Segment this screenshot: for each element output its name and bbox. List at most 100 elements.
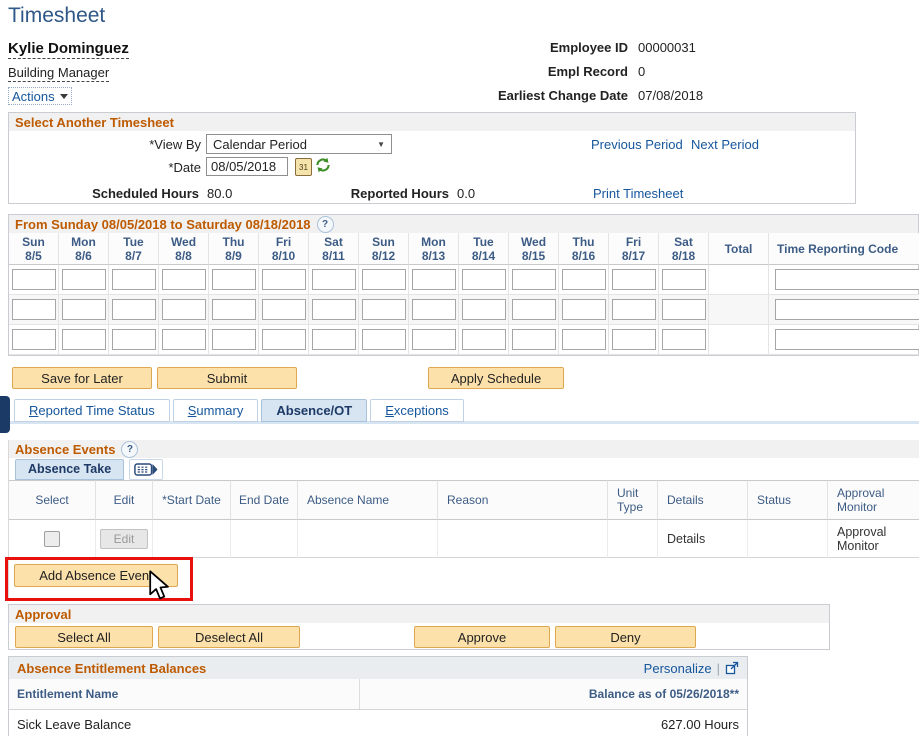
edit-button[interactable]: Edit: [100, 529, 149, 549]
grid-body: [9, 265, 918, 355]
hours-input[interactable]: [412, 329, 456, 350]
day-hours-cell: [559, 265, 609, 295]
hours-input[interactable]: [212, 299, 256, 320]
hours-input[interactable]: [562, 329, 606, 350]
hours-input[interactable]: [62, 299, 106, 320]
hours-input[interactable]: [662, 269, 706, 290]
hours-input[interactable]: [262, 329, 306, 350]
hours-input[interactable]: [412, 299, 456, 320]
hours-input[interactable]: [662, 329, 706, 350]
absence-column-header: Approval Monitor: [828, 480, 919, 520]
hours-input[interactable]: [312, 269, 356, 290]
personalize-link[interactable]: Personalize: [644, 661, 712, 676]
hours-input[interactable]: [612, 269, 656, 290]
next-period-link[interactable]: Next Period: [691, 137, 759, 152]
help-icon[interactable]: ?: [317, 216, 334, 233]
hours-input[interactable]: [562, 299, 606, 320]
time-reporting-code-input[interactable]: [775, 329, 919, 350]
hours-input[interactable]: [662, 299, 706, 320]
absence-column-header: Unit Type: [608, 480, 658, 520]
view-by-select[interactable]: Calendar Period ▼: [206, 134, 392, 154]
print-timesheet-link[interactable]: Print Timesheet: [593, 186, 683, 201]
hours-input[interactable]: [612, 299, 656, 320]
day-hours-cell: [159, 265, 209, 295]
help-icon[interactable]: ?: [121, 441, 138, 458]
calendar-icon[interactable]: 31: [295, 158, 312, 176]
hours-input[interactable]: [212, 269, 256, 290]
hours-input[interactable]: [212, 329, 256, 350]
side-panel-handle[interactable]: [0, 396, 10, 433]
hours-input[interactable]: [262, 269, 306, 290]
hours-input[interactable]: [162, 269, 206, 290]
hours-input[interactable]: [112, 329, 156, 350]
day-hours-cell: [209, 295, 259, 325]
hours-input[interactable]: [162, 299, 206, 320]
day-hours-cell: [609, 295, 659, 325]
time-reporting-code-input[interactable]: [775, 299, 919, 320]
hours-input[interactable]: [62, 269, 106, 290]
hours-input[interactable]: [62, 329, 106, 350]
hours-input[interactable]: [312, 329, 356, 350]
hours-input[interactable]: [462, 329, 506, 350]
hours-input[interactable]: [512, 299, 556, 320]
tab-absence-ot[interactable]: Absence/OT: [261, 399, 367, 422]
tab-exceptions[interactable]: Exceptions: [370, 399, 464, 422]
deselect-all-button[interactable]: Deselect All: [158, 626, 300, 648]
hours-input[interactable]: [412, 269, 456, 290]
actions-dropdown[interactable]: Actions: [8, 87, 72, 105]
hours-input[interactable]: [512, 329, 556, 350]
day-hours-cell: [209, 265, 259, 295]
hours-input[interactable]: [12, 269, 56, 290]
tab-absence-take[interactable]: Absence Take: [15, 459, 124, 480]
hours-input[interactable]: [12, 299, 56, 320]
save-for-later-button[interactable]: Save for Later: [12, 367, 152, 389]
select-all-button[interactable]: Select All: [15, 626, 153, 648]
entitlement-column-headers: Entitlement Name Balance as of 05/26/201…: [9, 679, 747, 710]
deny-button[interactable]: Deny: [555, 626, 696, 648]
tab-reported-time-status[interactable]: Reported Time Status: [14, 399, 170, 422]
day-hours-cell: [259, 265, 309, 295]
submit-button[interactable]: Submit: [157, 367, 297, 389]
hours-input[interactable]: [562, 269, 606, 290]
hours-input[interactable]: [462, 269, 506, 290]
show-all-columns-button[interactable]: [129, 459, 163, 480]
apply-schedule-button[interactable]: Apply Schedule: [428, 367, 564, 389]
popup-window-icon[interactable]: [725, 661, 739, 675]
end-date-cell: [231, 520, 298, 558]
employee-job-title[interactable]: Building Manager: [8, 65, 109, 82]
absence-table-header: SelectEdit*Start DateEnd DateAbsence Nam…: [9, 480, 919, 520]
approval-monitor-cell[interactable]: Approval Monitor: [828, 520, 919, 558]
tab-summary[interactable]: Summary: [173, 399, 259, 422]
previous-period-link[interactable]: Previous Period: [591, 137, 683, 152]
hours-input[interactable]: [612, 329, 656, 350]
day-hours-cell: [559, 325, 609, 355]
hours-input[interactable]: [262, 299, 306, 320]
date-input[interactable]: [206, 157, 288, 176]
select-checkbox[interactable]: [44, 531, 60, 547]
hours-input[interactable]: [512, 269, 556, 290]
absence-column-header: Reason: [438, 480, 608, 520]
time-reporting-code-input[interactable]: [775, 269, 919, 290]
view-by-label: *View By: [9, 137, 201, 152]
day-hours-cell: [359, 325, 409, 355]
hours-input[interactable]: [462, 299, 506, 320]
hours-input[interactable]: [162, 329, 206, 350]
approve-button[interactable]: Approve: [414, 626, 550, 648]
hours-input[interactable]: [362, 329, 406, 350]
refresh-icon[interactable]: [315, 157, 331, 173]
add-absence-event-button[interactable]: Add Absence Event: [14, 564, 178, 587]
details-cell[interactable]: Details: [658, 520, 748, 558]
hours-input[interactable]: [362, 269, 406, 290]
hours-input[interactable]: [12, 329, 56, 350]
hours-input[interactable]: [362, 299, 406, 320]
hours-input[interactable]: [312, 299, 356, 320]
employee-name[interactable]: Kylie Dominguez: [8, 40, 129, 59]
entitlement-title: Absence Entitlement Balances: [17, 661, 206, 676]
day-hours-cell: [309, 265, 359, 295]
day-hours-cell: [159, 295, 209, 325]
chevron-down-icon: [60, 94, 68, 99]
day-hours-cell: [659, 295, 709, 325]
hours-input[interactable]: [112, 269, 156, 290]
hours-input[interactable]: [112, 299, 156, 320]
day-hours-cell: [109, 265, 159, 295]
